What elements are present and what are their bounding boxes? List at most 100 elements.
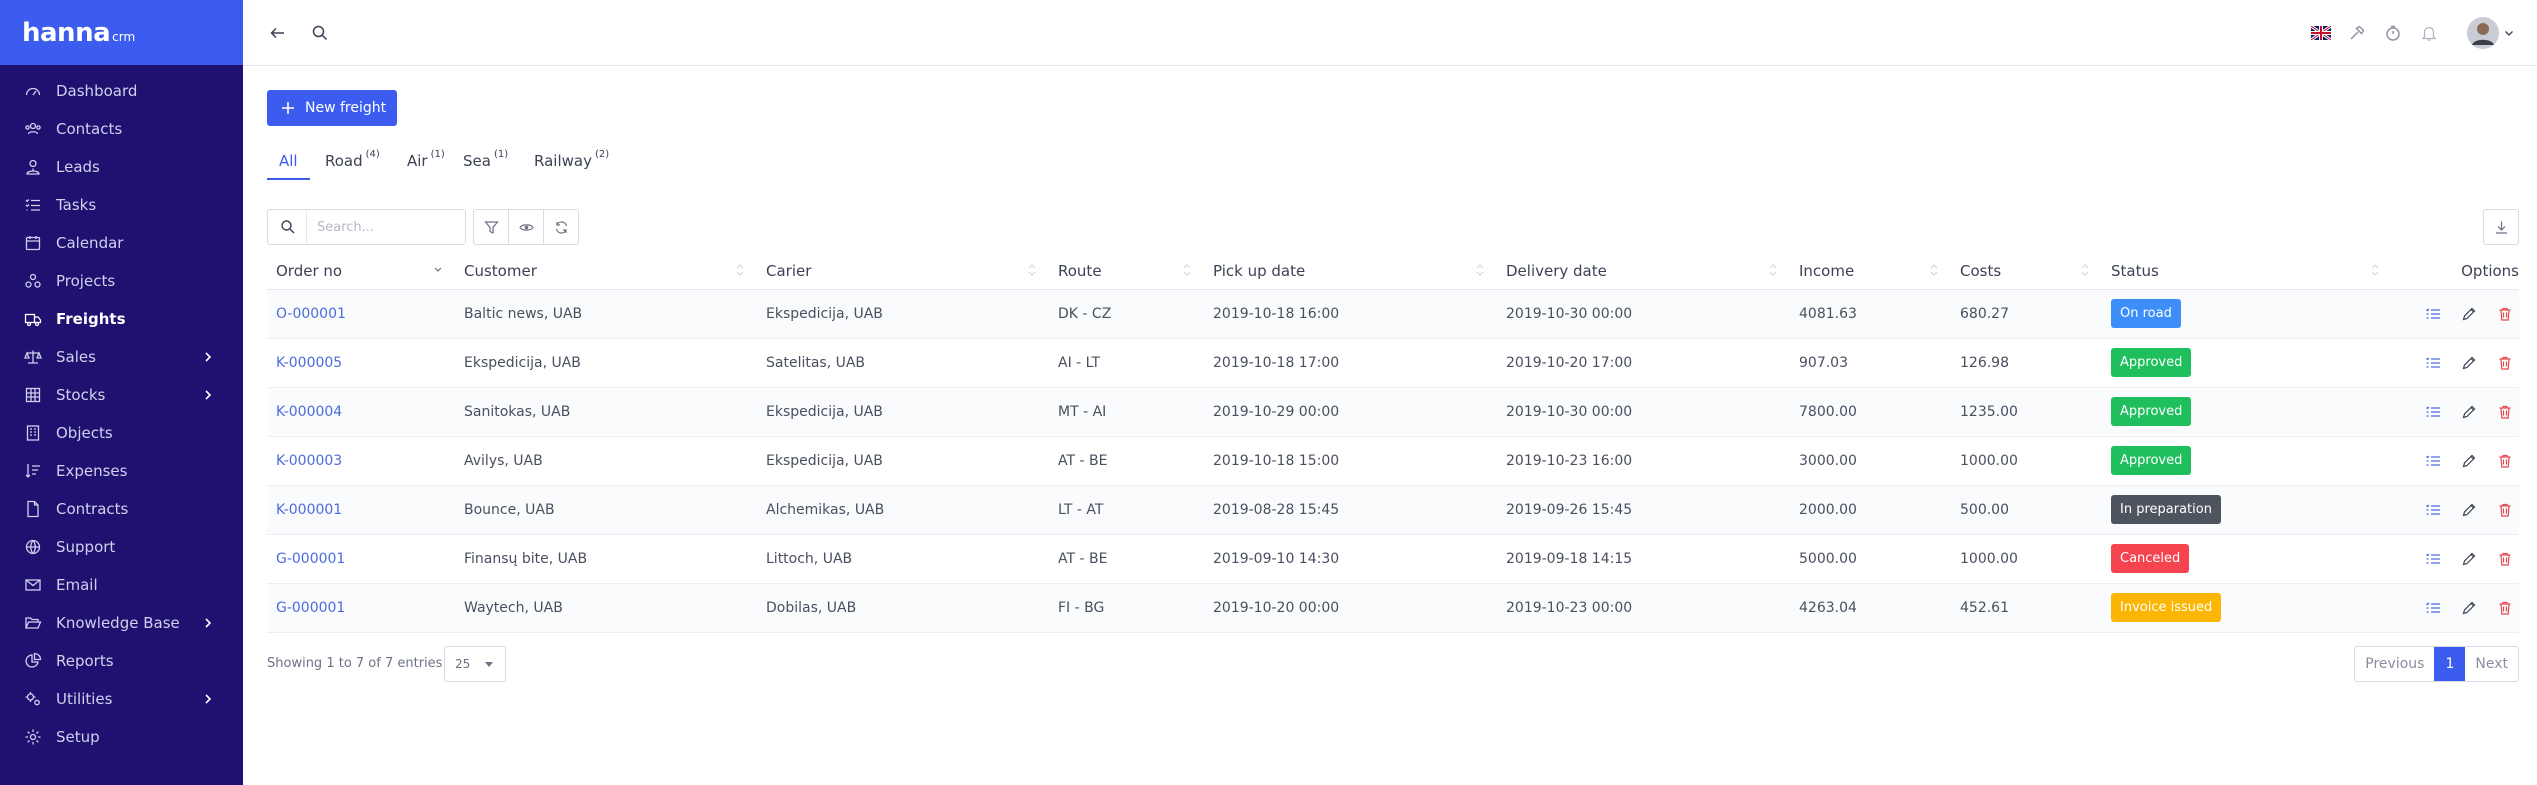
- search-input[interactable]: [306, 210, 446, 244]
- sidebar-item-knowledge-base[interactable]: Knowledge Base: [0, 604, 243, 642]
- back-arrow-icon[interactable]: [269, 24, 287, 42]
- tab-road[interactable]: Road (4): [325, 146, 380, 180]
- balance-icon: [24, 350, 42, 364]
- table-row[interactable]: K-000003 Avilys, UAB Ekspedicija, UAB AT - …: [267, 436, 2519, 486]
- column-header-costs[interactable]: Costs: [1951, 253, 2102, 290]
- table-row[interactable]: K-000001 Bounce, UAB Alchemikas, UAB LT - A…: [267, 485, 2519, 535]
- column-header-customer[interactable]: Customer: [455, 253, 757, 290]
- tab-sea[interactable]: Sea (1): [463, 146, 508, 180]
- tab-air[interactable]: Air (1): [407, 146, 445, 180]
- table-row[interactable]: K-000004 Sanitokas, UAB Ekspedicija, UAB MT…: [267, 387, 2519, 437]
- sidebar-item-dashboard[interactable]: Dashboard: [0, 72, 243, 110]
- sidebar-item-label: Leads: [56, 158, 100, 176]
- trash-icon[interactable]: [2497, 306, 2513, 322]
- cell-options: [2392, 436, 2519, 486]
- trash-icon[interactable]: [2497, 502, 2513, 518]
- sidebar-item-freights[interactable]: Freights: [0, 300, 243, 338]
- tab-all[interactable]: All: [267, 146, 310, 180]
- sidebar-item-expenses[interactable]: Expenses: [0, 452, 243, 490]
- refresh-button[interactable]: [543, 209, 579, 245]
- details-list-icon[interactable]: [2425, 600, 2441, 616]
- column-header-carier[interactable]: Carier: [757, 253, 1049, 290]
- avatar[interactable]: [2467, 17, 2499, 49]
- pagination-next[interactable]: Next: [2465, 647, 2518, 681]
- sidebar-item-sales[interactable]: Sales: [0, 338, 243, 376]
- sidebar-item-utilities[interactable]: Utilities: [0, 680, 243, 718]
- column-header-route[interactable]: Route: [1049, 253, 1204, 290]
- edit-pencil-icon[interactable]: [2461, 404, 2477, 420]
- bell-icon[interactable]: [2420, 24, 2438, 42]
- hammer-icon[interactable]: [2348, 24, 2366, 42]
- trash-icon[interactable]: [2497, 355, 2513, 371]
- order-link[interactable]: K-000001: [276, 502, 342, 518]
- sidebar-item-tasks[interactable]: Tasks: [0, 186, 243, 224]
- details-list-icon[interactable]: [2425, 306, 2441, 322]
- chevron-down-icon[interactable]: [2504, 28, 2514, 38]
- search-icon[interactable]: [311, 24, 329, 42]
- details-list-icon[interactable]: [2425, 502, 2441, 518]
- details-list-icon[interactable]: [2425, 355, 2441, 371]
- column-header-pick-up-date[interactable]: Pick up date: [1204, 253, 1497, 290]
- column-header-status[interactable]: Status: [2102, 253, 2392, 290]
- order-link[interactable]: K-000004: [276, 404, 342, 420]
- uk-flag-icon[interactable]: [2311, 24, 2331, 42]
- edit-pencil-icon[interactable]: [2461, 355, 2477, 371]
- sidebar-item-stocks[interactable]: Stocks: [0, 376, 243, 414]
- trash-icon[interactable]: [2497, 551, 2513, 567]
- sidebar-item-label: Email: [56, 576, 98, 594]
- toggle-columns-button[interactable]: [508, 209, 544, 245]
- trash-icon[interactable]: [2497, 404, 2513, 420]
- column-header-order-no[interactable]: Order no: [267, 253, 455, 290]
- document-icon: [27, 500, 39, 518]
- tab-label: Air: [407, 152, 428, 170]
- tab-count: (1): [430, 149, 445, 160]
- order-link[interactable]: K-000005: [276, 355, 342, 371]
- sidebar-item-email[interactable]: Email: [0, 566, 243, 604]
- sidebar-item-support[interactable]: Support: [0, 528, 243, 566]
- freights-table: Order no Customer Carier Route Pick up date D…: [267, 253, 2519, 633]
- table-row[interactable]: K-000005 Ekspedicija, UAB Satelitas, UAB AI…: [267, 338, 2519, 388]
- edit-pencil-icon[interactable]: [2461, 453, 2477, 469]
- timer-icon[interactable]: [2384, 24, 2402, 42]
- folder-open-icon: [25, 617, 42, 629]
- table-row[interactable]: G-000001 Waytech, UAB Dobilas, UAB FI - BG 2…: [267, 583, 2519, 633]
- trash-icon[interactable]: [2497, 600, 2513, 616]
- sidebar-item-leads[interactable]: Leads: [0, 148, 243, 186]
- details-list-icon[interactable]: [2425, 453, 2441, 469]
- cell-order-no: G-000001: [267, 534, 455, 584]
- download-icon: [2495, 221, 2507, 234]
- pagination-previous[interactable]: Previous: [2355, 647, 2434, 681]
- order-link[interactable]: G-000001: [276, 600, 345, 616]
- export-button[interactable]: [2483, 209, 2519, 245]
- column-header-label: Route: [1058, 261, 1102, 280]
- edit-pencil-icon[interactable]: [2461, 306, 2477, 322]
- column-header-delivery-date[interactable]: Delivery date: [1497, 253, 1790, 290]
- order-link[interactable]: G-000001: [276, 551, 345, 567]
- filter-button[interactable]: [473, 209, 509, 245]
- order-link[interactable]: O-000001: [276, 306, 346, 322]
- sidebar-item-calendar[interactable]: Calendar: [0, 224, 243, 262]
- page-size-select[interactable]: 25: [444, 646, 506, 682]
- sidebar-item-setup[interactable]: Setup: [0, 718, 243, 756]
- table-row[interactable]: G-000001 Finansų bite, UAB Littoch, UAB AT …: [267, 534, 2519, 584]
- cell-route: FI - BG: [1049, 583, 1204, 633]
- order-link[interactable]: K-000003: [276, 453, 342, 469]
- edit-pencil-icon[interactable]: [2461, 600, 2477, 616]
- sidebar-item-objects[interactable]: Objects: [0, 414, 243, 452]
- sidebar-item-reports[interactable]: Reports: [0, 642, 243, 680]
- sidebar-item-projects[interactable]: Projects: [0, 262, 243, 300]
- edit-pencil-icon[interactable]: [2461, 551, 2477, 567]
- details-list-icon[interactable]: [2425, 404, 2441, 420]
- sidebar-item-contracts[interactable]: Contracts: [0, 490, 243, 528]
- details-list-icon[interactable]: [2425, 551, 2441, 567]
- brand-logo[interactable]: hanna crm: [0, 0, 243, 65]
- sidebar-item-contacts[interactable]: Contacts: [0, 110, 243, 148]
- edit-pencil-icon[interactable]: [2461, 502, 2477, 518]
- tab-railway[interactable]: Railway (2): [534, 146, 609, 180]
- pagination-current-page[interactable]: 1: [2434, 647, 2466, 681]
- trash-icon[interactable]: [2497, 453, 2513, 469]
- column-header-income[interactable]: Income: [1790, 253, 1951, 290]
- table-row[interactable]: O-000001 Baltic news, UAB Ekspedicija, UAB…: [267, 289, 2519, 339]
- tab-label: Sea: [463, 152, 491, 170]
- new-freight-button[interactable]: New freight: [267, 90, 397, 126]
